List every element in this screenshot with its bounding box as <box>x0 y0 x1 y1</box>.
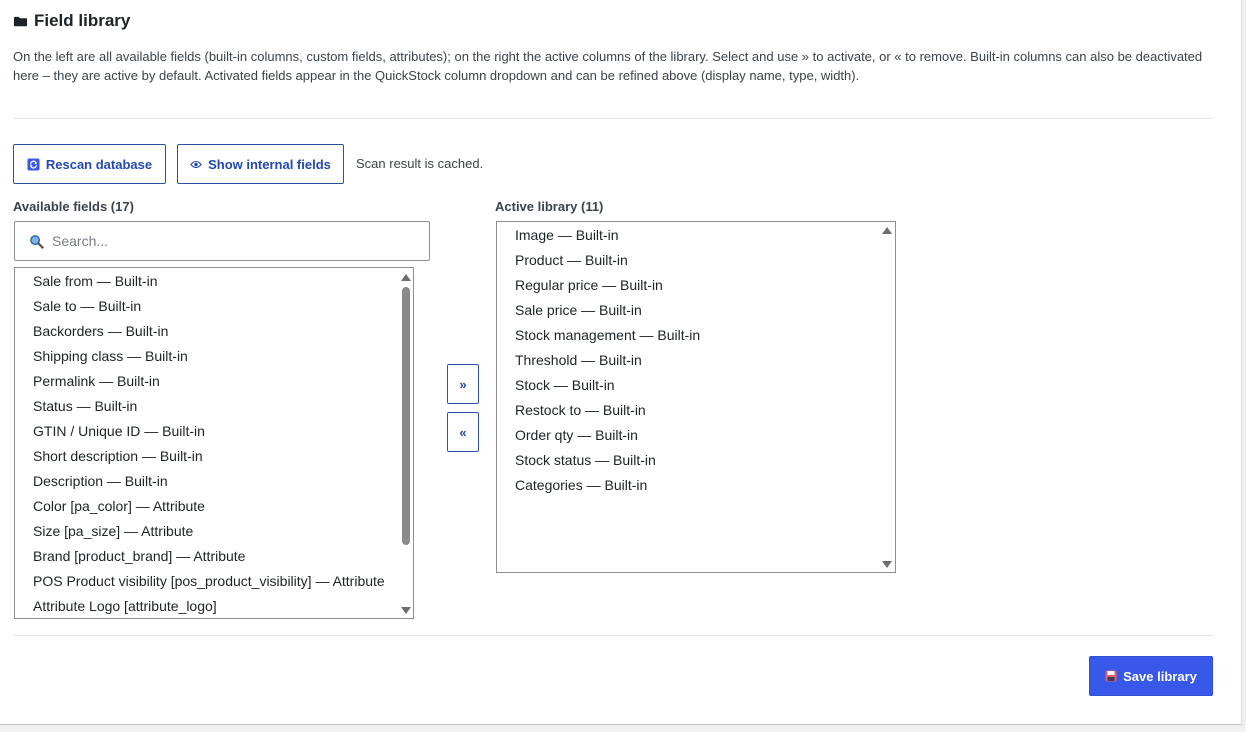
active-library-list[interactable]: Image — Built-in Product — Built-in Regula… <box>496 221 896 573</box>
scroll-up-arrow[interactable] <box>882 227 892 234</box>
folder-icon <box>13 16 28 26</box>
search-input[interactable] <box>50 232 414 250</box>
active-library-label: Active library (11) <box>495 199 604 214</box>
list-item[interactable]: Image — Built-in <box>515 223 618 248</box>
scroll-up-arrow[interactable] <box>401 274 411 281</box>
eye-icon <box>190 160 202 168</box>
list-item[interactable]: Stock management — Built-in <box>515 323 700 348</box>
list-item[interactable]: POS Product visibility [pos_product_visi… <box>33 569 385 594</box>
divider-top <box>13 118 1213 119</box>
scrollbar-thumb[interactable] <box>402 287 410 545</box>
refresh-icon <box>27 157 40 171</box>
list-item[interactable]: Sale price — Built-in <box>515 298 642 323</box>
list-item[interactable]: Restock to — Built-in <box>515 398 646 423</box>
divider-bottom <box>13 635 1213 636</box>
list-item[interactable]: Sale to — Built-in <box>33 294 141 319</box>
show-internal-fields-button[interactable]: Show internal fields <box>177 144 344 184</box>
list-item[interactable]: Stock status — Built-in <box>515 448 656 473</box>
list-item[interactable]: Regular price — Built-in <box>515 273 663 298</box>
floppy-disk-icon <box>1105 670 1117 682</box>
page-title-text: Field library <box>34 11 131 30</box>
available-fields-list[interactable]: Sale from — Built-in Sale to — Built-in Ba… <box>14 267 414 619</box>
available-fields-label: Available fields (17) <box>13 199 134 214</box>
list-item[interactable]: Order qty — Built-in <box>515 423 638 448</box>
list-item[interactable]: Threshold — Built-in <box>515 348 642 373</box>
list-item[interactable]: Backorders — Built-in <box>33 319 168 344</box>
scroll-down-arrow[interactable] <box>401 607 411 614</box>
list-item[interactable]: Shipping class — Built-in <box>33 344 188 369</box>
list-item[interactable]: Permalink — Built-in <box>33 369 160 394</box>
show-internal-fields-label: Show internal fields <box>208 156 331 172</box>
list-item[interactable]: Stock — Built-in <box>515 373 615 398</box>
scroll-down-arrow[interactable] <box>882 561 892 568</box>
scan-status-text: Scan result is cached. <box>356 156 484 171</box>
save-library-label: Save library <box>1123 668 1197 684</box>
save-library-button[interactable]: Save library <box>1089 656 1213 696</box>
list-item[interactable]: Status — Built-in <box>33 394 137 419</box>
search-icon <box>30 234 44 249</box>
list-item[interactable]: Size [pa_size] — Attribute <box>33 519 193 544</box>
list-item[interactable]: GTIN / Unique ID — Built-in <box>33 419 205 444</box>
available-fields-search[interactable] <box>14 221 430 261</box>
description-text: On the left are all available fields (bu… <box>13 49 1203 83</box>
remove-field-button[interactable]: « <box>447 412 479 452</box>
list-item[interactable]: Categories — Built-in <box>515 473 647 498</box>
list-item[interactable]: Brand [product_brand] — Attribute <box>33 544 245 569</box>
list-item[interactable]: Product — Built-in <box>515 248 628 273</box>
activate-field-button[interactable]: » <box>447 364 479 404</box>
list-item[interactable]: Description — Built-in <box>33 469 168 494</box>
field-library-panel: Field library On the left are all availa… <box>0 0 1242 725</box>
rescan-database-label: Rescan database <box>45 156 153 172</box>
list-item[interactable]: Attribute Logo [attribute_logo] <box>33 594 217 618</box>
rescan-database-button[interactable]: Rescan database <box>13 144 166 184</box>
list-item[interactable]: Short description — Built-in <box>33 444 203 469</box>
page-title: Field library <box>13 9 130 33</box>
list-item[interactable]: Color [pa_color] — Attribute <box>33 494 205 519</box>
list-item[interactable]: Sale from — Built-in <box>33 269 157 294</box>
